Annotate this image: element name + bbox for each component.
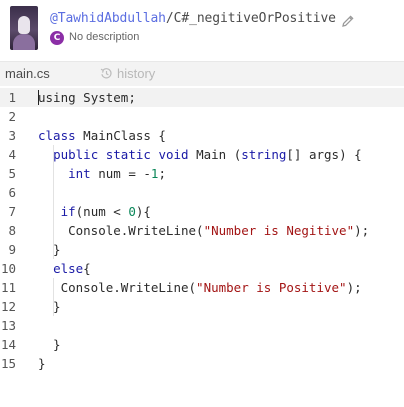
code-token: if [60, 204, 76, 219]
text-cursor [38, 90, 39, 105]
code-token: else [53, 261, 84, 276]
code-token: using [38, 90, 76, 105]
code-token: (num < [75, 204, 129, 219]
code-token: { [83, 261, 91, 276]
code-token: void [158, 147, 189, 162]
tab-history[interactable]: history [100, 62, 155, 86]
code-token: Console.WriteLine( [38, 223, 204, 238]
code-line[interactable]: 10 else{ [0, 259, 404, 278]
code-line[interactable]: 3 class MainClass { [0, 126, 404, 145]
code-token: } [38, 356, 46, 371]
line-number: 13 [0, 318, 16, 333]
code-text: Console.WriteLine("Number is Negitive"); [38, 221, 369, 240]
code-text: int num = -1; [38, 164, 166, 183]
code-token: ); [354, 223, 370, 238]
code-line[interactable]: 11 Console.WriteLine("Number is Positive… [0, 278, 404, 297]
code-token: string [241, 147, 287, 162]
code-token: Main ( [188, 147, 242, 162]
owner-link[interactable]: @TawhidAbdullah [50, 11, 166, 26]
code-line[interactable]: 1 using System; [0, 88, 404, 107]
code-text: class MainClass { [38, 126, 166, 145]
line-number: 11 [0, 280, 16, 295]
code-editor[interactable]: 1 using System; 2 3 class MainClass {4 publi… [0, 88, 404, 407]
title-separator: / [165, 11, 174, 26]
code-text: } [38, 240, 61, 259]
code-token: ); [346, 280, 362, 295]
tab-history-label: history [117, 66, 156, 81]
line-number: 10 [0, 261, 16, 276]
code-token: ){ [135, 204, 151, 219]
line-number: 4 [8, 147, 16, 162]
code-text: else{ [38, 259, 91, 278]
code-token: ; [158, 166, 166, 181]
code-text: Console.WriteLine("Number is Positive"); [38, 278, 362, 297]
code-line[interactable]: 7 if(num < 0){ [0, 202, 404, 221]
line-number: 1 [8, 90, 16, 105]
code-text: public static void Main (string[] args) … [38, 145, 362, 164]
line-number: 9 [8, 242, 16, 257]
code-token: "Number is Positive" [196, 280, 347, 295]
code-line[interactable]: 8 Console.WriteLine("Number is Negitive"… [0, 221, 404, 240]
code-token: [] args) { [286, 147, 362, 162]
line-number: 3 [8, 128, 16, 143]
repl-title: @TawhidAbdullah/C#_negitiveOrPositive [50, 11, 336, 26]
repl-name[interactable]: C#_negitiveOrPositive [174, 11, 336, 26]
code-token: 0 [128, 204, 136, 219]
code-token: class [38, 128, 76, 143]
line-number: 7 [8, 204, 16, 219]
code-text: } [38, 335, 61, 354]
code-text: using System; [38, 88, 136, 107]
code-token: num = - [90, 166, 151, 181]
code-token: MainClass { [75, 128, 166, 143]
code-line[interactable]: 2 [0, 107, 404, 126]
code-token: System; [75, 90, 136, 105]
line-number: 6 [8, 185, 16, 200]
code-line[interactable]: 15} [0, 354, 404, 373]
pencil-icon[interactable] [341, 13, 355, 27]
tab-main-cs[interactable]: main.cs [0, 62, 58, 86]
code-line[interactable]: 4 public static void Main (string[] args… [0, 145, 404, 164]
history-icon [100, 64, 113, 79]
line-number: 14 [0, 337, 16, 352]
code-line[interactable]: 12 } [0, 297, 404, 316]
code-line[interactable]: 14 } [0, 335, 404, 354]
code-token: } [38, 337, 61, 352]
code-line[interactable]: 6 [0, 183, 404, 202]
avatar-face [18, 16, 30, 34]
code-line[interactable]: 9 } [0, 240, 404, 259]
line-number: 2 [8, 109, 16, 124]
code-text: } [38, 297, 61, 316]
line-number: 15 [0, 356, 16, 371]
code-line[interactable]: 5 int num = -1; [0, 164, 404, 183]
code-token: } [38, 299, 61, 314]
code-token: public [53, 147, 99, 162]
repl-header: @TawhidAbdullah/C#_negitiveOrPositive C … [0, 0, 404, 60]
code-text: if(num < 0){ [38, 202, 151, 221]
code-token: Console.WriteLine( [38, 280, 197, 295]
line-number: 5 [8, 166, 16, 181]
avatar[interactable] [10, 6, 38, 50]
file-tab-bar: main.cs history [0, 61, 404, 86]
code-token: int [68, 166, 91, 181]
code-token: static [105, 147, 151, 162]
code-token: } [38, 242, 61, 257]
avatar-body [13, 34, 35, 50]
repl-description[interactable]: No description [69, 31, 139, 43]
code-line[interactable]: 13 [0, 316, 404, 335]
line-number: 8 [8, 223, 16, 238]
code-text: } [38, 354, 46, 373]
csharp-icon: C [50, 31, 64, 45]
code-token: "Number is Negitive" [203, 223, 355, 238]
line-number: 12 [0, 299, 16, 314]
